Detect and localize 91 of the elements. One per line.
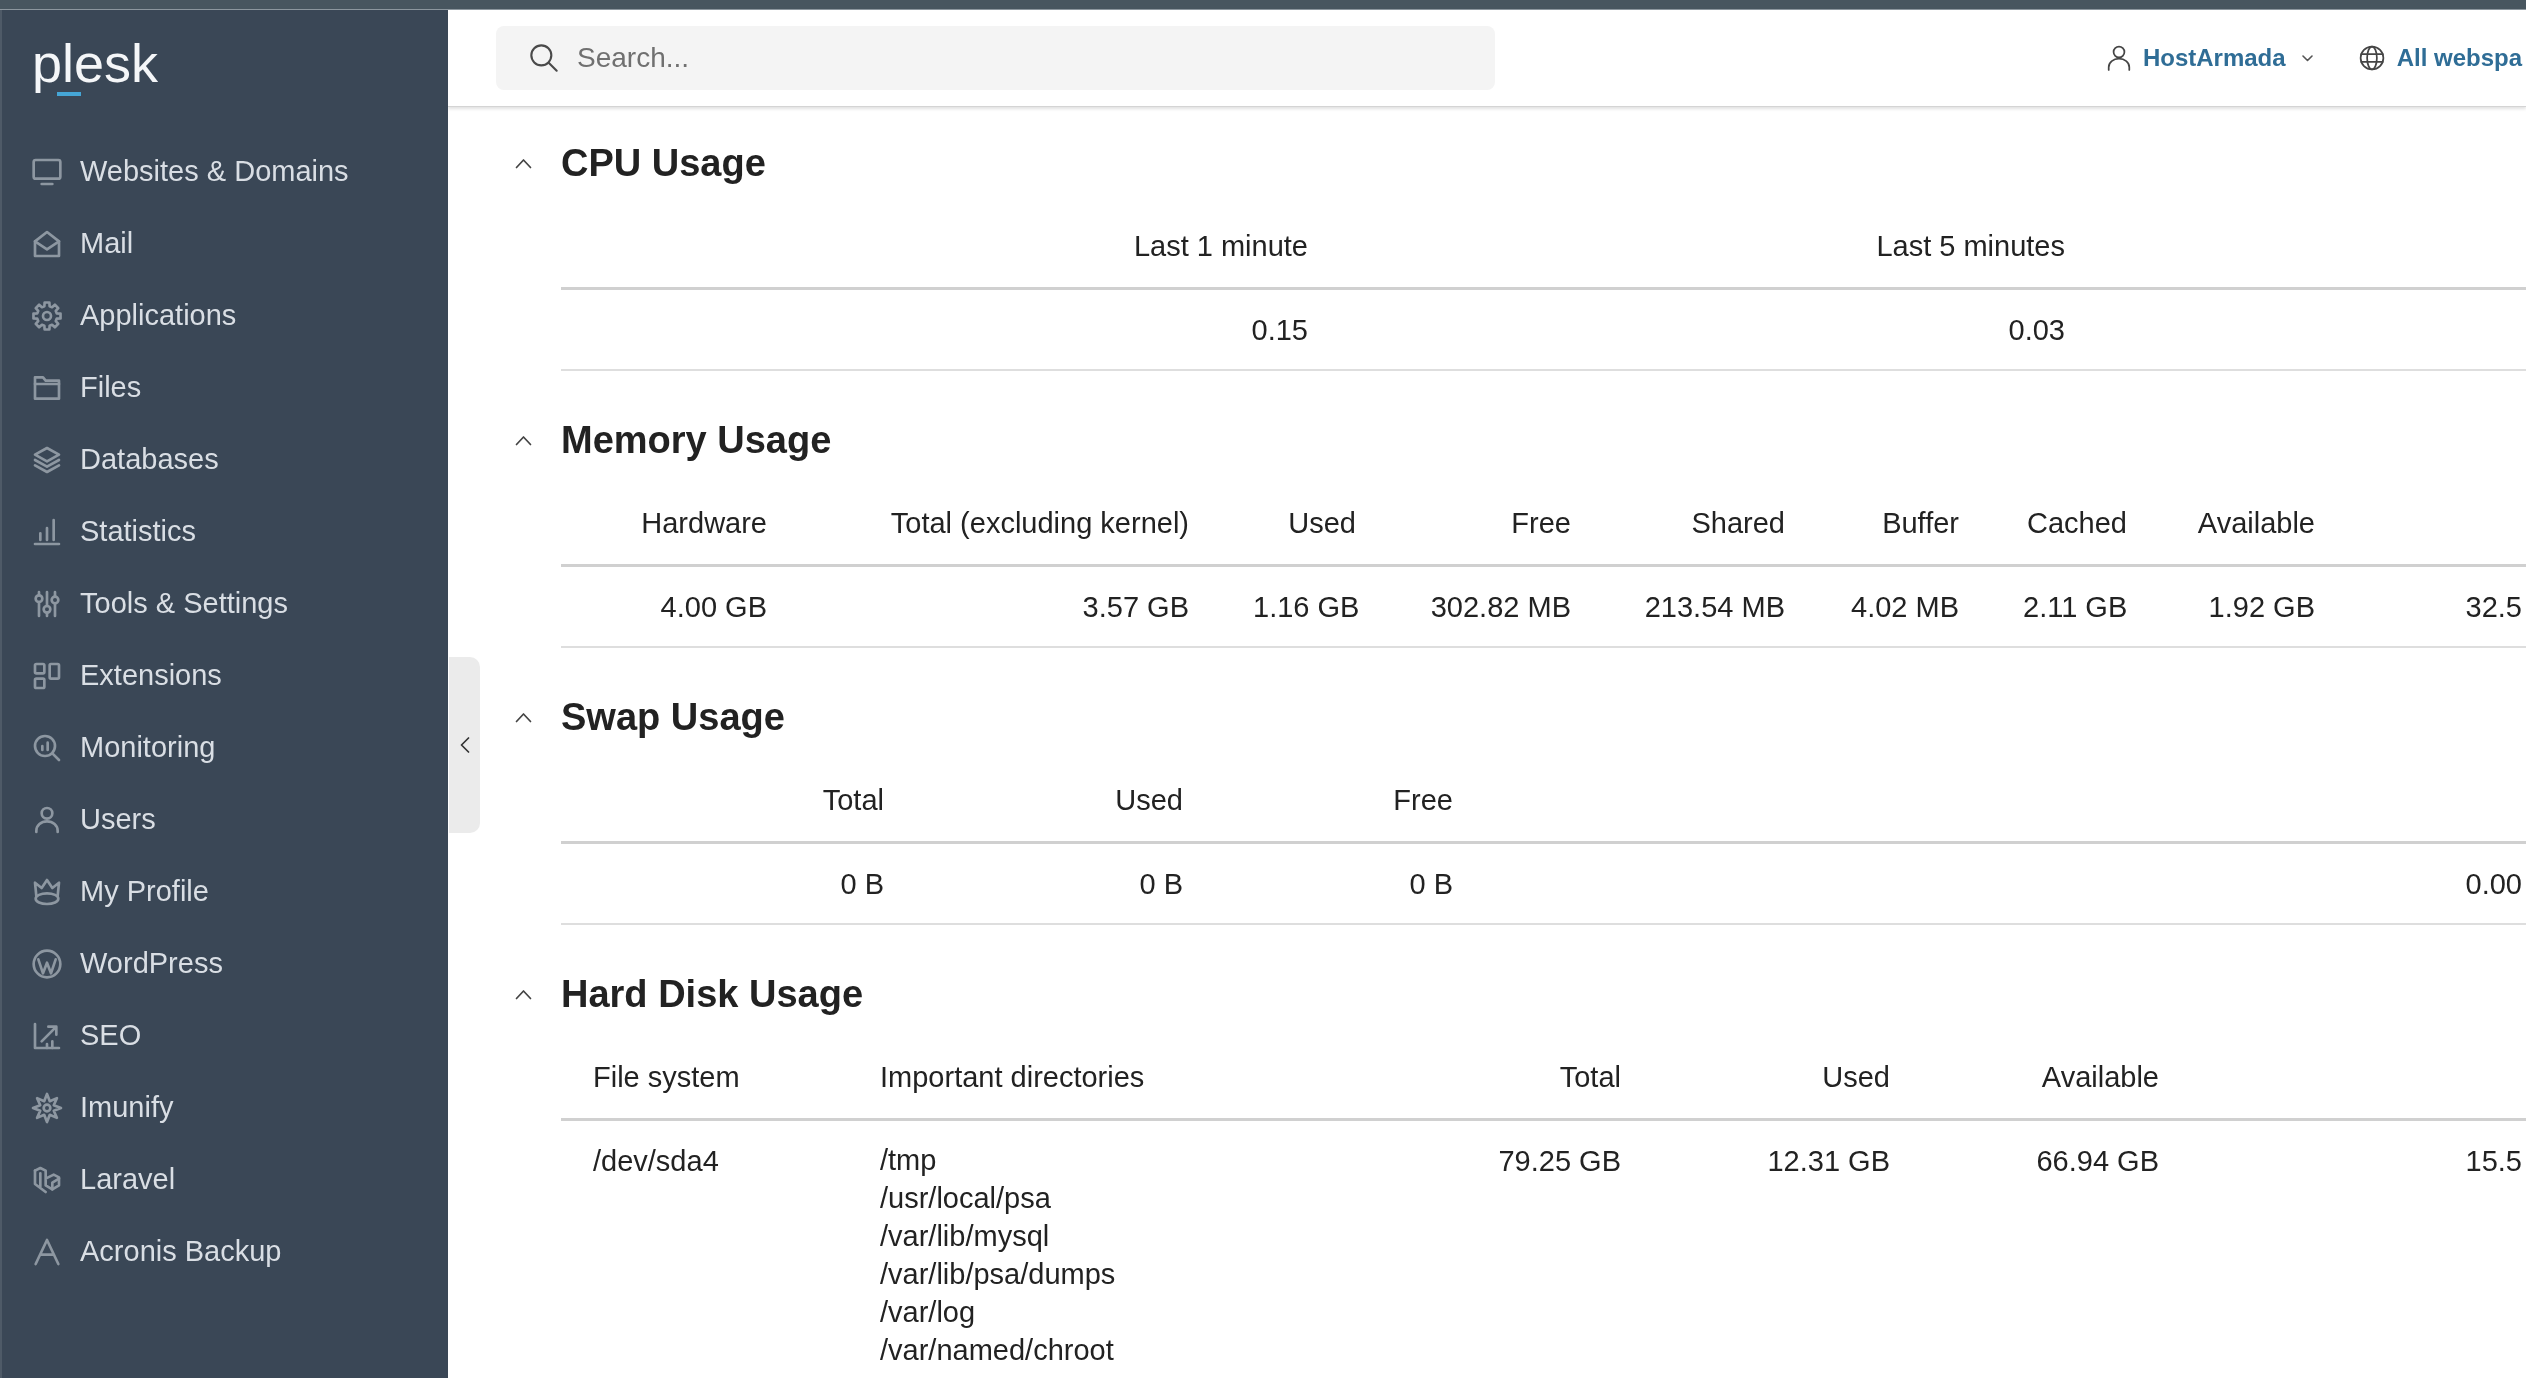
trend-arrow-icon [31, 1020, 63, 1052]
cube-icon [31, 1164, 63, 1196]
column-header: Free [1393, 784, 1453, 816]
column-header: Cached [2027, 507, 2127, 539]
sidebar-item[interactable]: SEO [2, 1000, 150, 1072]
chevron-up-icon[interactable] [515, 711, 532, 723]
table-cell: 0 B [1409, 868, 1453, 900]
table-cell: 32.5 [2465, 591, 2522, 623]
directory-path: /var/named/chroot [880, 1333, 1114, 1368]
letter-a-icon [31, 1236, 63, 1268]
sidebar-item[interactable]: Websites & Domains [2, 136, 357, 208]
magnifier-icon [31, 732, 63, 764]
webspace-link[interactable]: All webspa [2358, 40, 2522, 76]
directory-path: /usr/local/psa [880, 1181, 1051, 1216]
table-cell: 0 B [840, 868, 884, 900]
column-header: Used [1288, 507, 1356, 539]
table-cell: 0.00 [2465, 868, 2522, 900]
table-cell: 0 B [1139, 868, 1183, 900]
table-cell: 0.03 [2008, 314, 2065, 346]
directory-path: /var/lib/mysql [880, 1219, 1050, 1254]
sliders-icon [31, 588, 63, 620]
monitor-icon [31, 156, 63, 188]
chevron-up-icon[interactable] [515, 157, 532, 169]
sidebar-item[interactable]: Applications [2, 280, 245, 352]
sidebar-item[interactable]: Monitoring [2, 712, 224, 784]
sidebar-item[interactable]: Laravel [2, 1144, 184, 1216]
column-header: Free [1511, 507, 1571, 539]
column-header: Available [2041, 1061, 2159, 1093]
table-cell: /dev/sda4 [593, 1145, 719, 1177]
directory-path: /tmp [880, 1143, 937, 1178]
blocks-icon [31, 660, 63, 692]
search-icon [528, 42, 560, 74]
search-field[interactable]: Search... [496, 26, 1495, 90]
table-cell: 12.31 GB [1767, 1145, 1890, 1177]
column-header: Used [1115, 784, 1183, 816]
column-header: Used [1822, 1061, 1890, 1093]
directory-path: /var/log [880, 1295, 976, 1330]
column-header: File system [593, 1061, 740, 1093]
chevron-up-icon[interactable] [515, 988, 532, 1000]
table-cell: 66.94 GB [2036, 1145, 2159, 1177]
chevron-left-icon [459, 737, 470, 753]
user-menu-link[interactable]: HostArmada [2106, 40, 2313, 76]
chevron-up-icon[interactable] [515, 434, 532, 446]
sidebar-item[interactable]: Databases [2, 424, 227, 496]
crown-icon [31, 876, 63, 908]
section-title: Hard Disk Usage [561, 972, 863, 1017]
column-header: Buffer [1882, 507, 1959, 539]
column-header: Total (excluding kernel) [890, 507, 1189, 539]
table-cell: 4.00 GB [660, 591, 767, 623]
sidebar-item[interactable]: Acronis Backup [2, 1216, 290, 1288]
table-cell: 302.82 MB [1430, 591, 1571, 623]
user-icon [2106, 45, 2131, 71]
layers-icon [31, 444, 63, 476]
table-cell: 0.15 [1251, 314, 1308, 346]
sidebar-item[interactable]: Users [2, 784, 164, 856]
w-circle-icon [31, 948, 63, 980]
sidebar-item[interactable]: WordPress [2, 928, 231, 1000]
table-cell: 15.5 [2465, 1145, 2522, 1177]
logo: plesk [32, 30, 159, 97]
section-title: CPU Usage [561, 141, 766, 186]
sidebar-item[interactable]: Statistics [2, 496, 205, 568]
column-header: Hardware [641, 507, 767, 539]
section-title: Swap Usage [561, 695, 785, 740]
table-cell: 79.25 GB [1498, 1145, 1621, 1177]
column-header: Last 5 minutes [1876, 230, 2065, 262]
gear-icon [31, 300, 63, 332]
sidebar-item[interactable]: My Profile [2, 856, 217, 928]
sidebar-item[interactable]: Imunify [2, 1072, 182, 1144]
column-header: Important directories [880, 1061, 1145, 1093]
sidebar-item[interactable]: Files [2, 352, 150, 424]
directory-path: /var/lib/psa/dumps [880, 1257, 1116, 1292]
table-cell: 3.57 GB [1082, 591, 1189, 623]
sidebar-item[interactable]: Mail [2, 208, 142, 280]
sidebar-item[interactable]: Extensions [2, 640, 230, 712]
table-cell: 1.16 GB [1253, 591, 1360, 623]
column-header: Last 1 minute [1133, 230, 1308, 262]
table-cell: 4.02 MB [1851, 591, 1959, 623]
column-header: Total [822, 784, 884, 816]
caret-down-icon [2301, 54, 2313, 62]
bar-chart-icon [31, 516, 63, 548]
column-header: Total [1559, 1061, 1621, 1093]
table-cell: 1.92 GB [2208, 591, 2315, 623]
section-title: Memory Usage [561, 418, 832, 463]
column-header: Shared [1691, 507, 1785, 539]
table-cell: 213.54 MB [1644, 591, 1785, 623]
globe-icon [2358, 45, 2385, 71]
star-burst-icon [31, 1092, 63, 1124]
column-header: Available [2197, 507, 2315, 539]
envelope-icon [31, 228, 63, 260]
table-cell: 2.11 GB [2023, 591, 2128, 623]
sidebar-item[interactable]: Tools & Settings [2, 568, 296, 640]
